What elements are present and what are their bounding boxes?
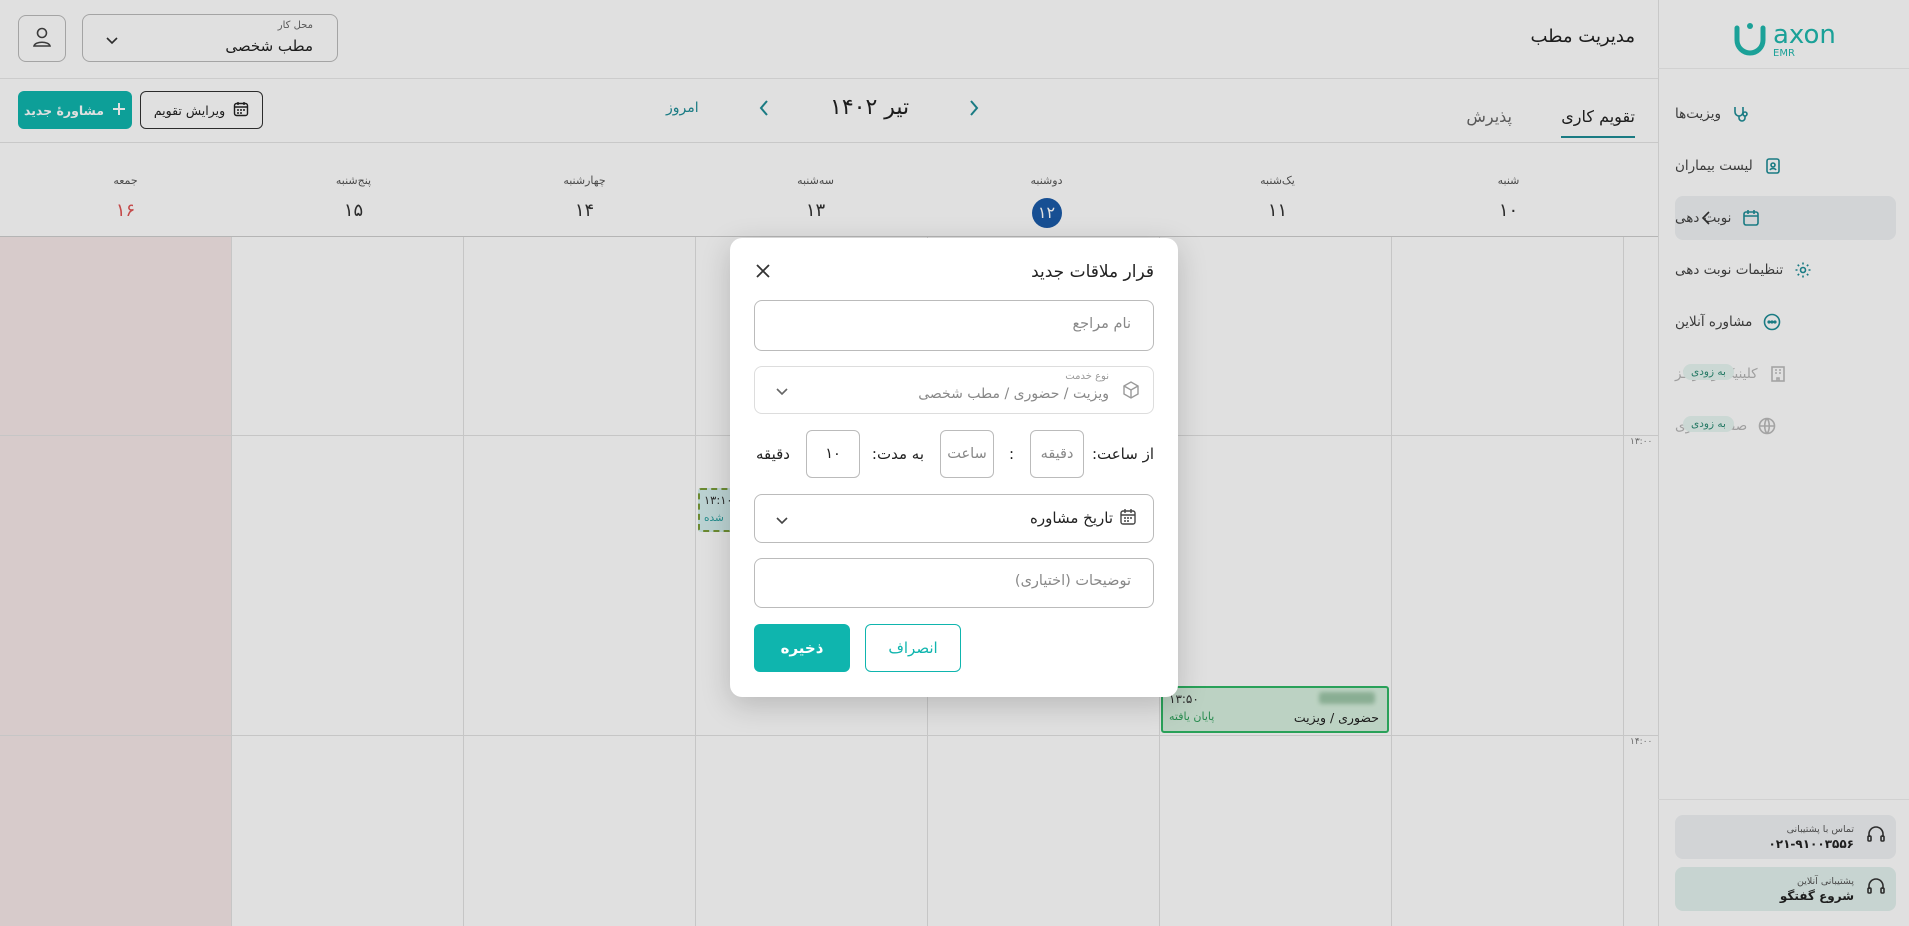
duration-unit: دقیقه xyxy=(755,445,790,463)
new-appointment-dialog: قرار ملاقات جدید نام مراجع نوع خدمت ویزی… xyxy=(730,238,1178,697)
client-name-field[interactable]: نام مراجع xyxy=(754,300,1154,351)
description-placeholder: توضیحات (اختیاری) xyxy=(1014,573,1131,589)
time-separator: : xyxy=(1008,445,1014,463)
chevron-down-icon xyxy=(775,511,789,530)
cancel-button[interactable]: انصراف xyxy=(865,624,961,672)
duration-label: به مدت: xyxy=(871,445,924,463)
duration-input[interactable]: ۱۰ xyxy=(806,430,860,478)
minute-input[interactable]: دقیقه xyxy=(1030,430,1084,478)
chevron-down-icon xyxy=(775,382,789,401)
dialog-title: قرار ملاقات جدید xyxy=(1031,262,1154,282)
calendar-icon xyxy=(1119,508,1137,530)
service-type-label: نوع خدمت xyxy=(1065,371,1109,382)
box-icon xyxy=(1121,380,1141,404)
from-time-label: از ساعت: xyxy=(1091,445,1154,463)
description-field[interactable]: توضیحات (اختیاری) xyxy=(754,558,1154,608)
hour-input[interactable]: ساعت xyxy=(940,430,994,478)
consultation-date-label: تاریخ مشاوره xyxy=(1030,509,1113,527)
service-type-select[interactable]: نوع خدمت ویزیت / حضوری / مطب شخصی xyxy=(754,366,1154,414)
save-button[interactable]: ذخیره xyxy=(754,624,850,672)
client-name-placeholder: نام مراجع xyxy=(1072,316,1131,332)
consultation-date-picker[interactable]: تاریخ مشاوره xyxy=(754,494,1154,543)
close-button[interactable] xyxy=(754,262,772,280)
service-type-value: ویزیت / حضوری / مطب شخصی xyxy=(918,386,1109,402)
time-row: از ساعت: دقیقه : ساعت به مدت: ۱۰ دقیقه xyxy=(754,430,1154,480)
close-icon xyxy=(754,264,772,284)
